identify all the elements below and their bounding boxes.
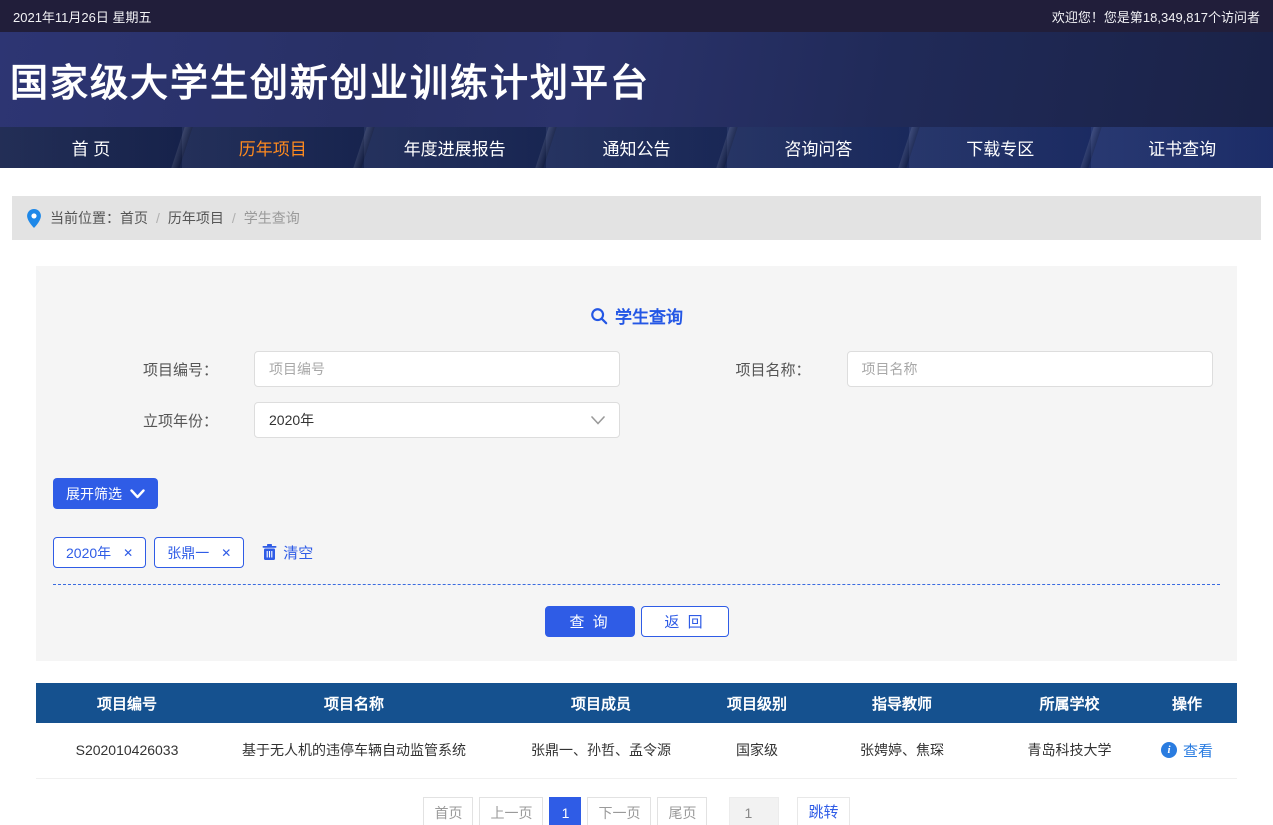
- current-date: 2021年11月26日 星期五: [13, 7, 152, 26]
- breadcrumb-current-page: 学生查询: [244, 208, 300, 228]
- col-actions: 操作: [1137, 683, 1237, 723]
- breadcrumb-prefix: 当前位置：: [50, 208, 120, 228]
- col-project-code: 项目编号: [36, 683, 218, 723]
- student-search-panel: 学生查询 项目编号： 项目名称： 立项年份： 2020年: [36, 266, 1237, 661]
- site-title: 国家级大学生创新创业训练计划平台: [0, 52, 650, 107]
- panel-title: 学生查询: [53, 303, 1220, 328]
- breadcrumb-past-projects[interactable]: 历年项目: [168, 208, 224, 228]
- page-jump-input[interactable]: [729, 797, 779, 825]
- main-nav: 首 页 历年项目 年度进展报告 通知公告 咨询问答 下载专区 证书查询: [0, 127, 1273, 168]
- search-button[interactable]: 查 询: [545, 606, 635, 637]
- form-actions: 查 询 返 回: [53, 606, 1220, 637]
- view-details-link[interactable]: i 查看: [1161, 740, 1213, 761]
- col-school: 所属学校: [1002, 683, 1137, 723]
- clear-filters-button[interactable]: 清空: [262, 542, 313, 563]
- search-icon: [590, 307, 608, 325]
- page-prev-button[interactable]: 上一页: [479, 797, 543, 825]
- nav-item-home[interactable]: 首 页: [0, 127, 182, 168]
- year-select-value: 2020年: [269, 410, 314, 430]
- cell-actions: i 查看: [1137, 723, 1237, 778]
- pagination: 首页 上一页 1 下一页 尾页 跳转: [36, 797, 1237, 825]
- table-header-row: 项目编号 项目名称 项目成员 项目级别 指导教师 所属学校 操作: [36, 683, 1237, 723]
- project-name-input[interactable]: [847, 351, 1213, 387]
- nav-item-qa[interactable]: 咨询问答: [727, 127, 909, 168]
- page-number-current[interactable]: 1: [549, 797, 581, 825]
- col-teachers: 指导教师: [802, 683, 1002, 723]
- cell-level: 国家级: [712, 723, 802, 778]
- clear-filters-label: 清空: [283, 542, 313, 563]
- breadcrumb: 当前位置： 首页 / 历年项目 / 学生查询: [12, 196, 1261, 240]
- page-last-button[interactable]: 尾页: [657, 797, 707, 825]
- year-label: 立项年份：: [53, 410, 218, 431]
- cell-project-code: S202010426033: [36, 723, 218, 778]
- top-utility-bar: 2021年11月26日 星期五 欢迎您！您是第18,349,817个访问者: [0, 0, 1273, 32]
- info-icon: i: [1161, 742, 1177, 758]
- filter-tag-student: 张鼎一 ✕: [154, 537, 244, 568]
- cell-project-name: 基于无人机的违停车辆自动监管系统: [218, 723, 490, 778]
- cell-school: 青岛科技大学: [1002, 723, 1137, 778]
- remove-tag-icon[interactable]: ✕: [123, 546, 133, 560]
- location-pin-icon: [27, 209, 41, 228]
- breadcrumb-home[interactable]: 首页: [120, 208, 148, 228]
- page-first-button[interactable]: 首页: [423, 797, 473, 825]
- site-banner: 国家级大学生创新创业训练计划平台: [0, 32, 1273, 127]
- cell-members: 张鼎一、孙哲、孟令源: [490, 723, 712, 778]
- back-button[interactable]: 返 回: [641, 606, 729, 637]
- active-filter-tags: 2020年 ✕ 张鼎一 ✕ 清空: [53, 537, 1220, 568]
- search-form: 项目编号： 项目名称： 立项年份： 2020年: [53, 351, 1220, 438]
- view-details-label: 查看: [1183, 740, 1213, 761]
- project-code-field: 项目编号：: [53, 351, 628, 387]
- breadcrumb-separator: /: [156, 210, 160, 226]
- col-members: 项目成员: [490, 683, 712, 723]
- year-select[interactable]: 2020年: [254, 402, 620, 438]
- nav-item-past-projects[interactable]: 历年项目: [182, 127, 364, 168]
- col-project-name: 项目名称: [218, 683, 490, 723]
- filter-tag-student-label: 张鼎一: [167, 543, 209, 563]
- project-name-field: 项目名称：: [646, 351, 1221, 387]
- expand-filter-label: 展开筛选: [66, 484, 122, 504]
- main-content: 学生查询 项目编号： 项目名称： 立项年份： 2020年: [36, 266, 1237, 825]
- chevron-down-icon: [130, 489, 145, 499]
- chevron-down-icon: [591, 416, 605, 425]
- project-code-label: 项目编号：: [53, 359, 218, 380]
- filter-tag-year: 2020年 ✕: [53, 537, 146, 568]
- project-name-label: 项目名称：: [646, 359, 811, 380]
- cell-teachers: 张娉婷、焦琛: [802, 723, 1002, 778]
- year-field: 立项年份： 2020年: [53, 402, 636, 438]
- dashed-divider: [53, 584, 1220, 585]
- nav-item-certificate[interactable]: 证书查询: [1091, 127, 1273, 168]
- visitor-counter: 欢迎您！您是第18,349,817个访问者: [1052, 7, 1260, 26]
- table-row: S202010426033 基于无人机的违停车辆自动监管系统 张鼎一、孙哲、孟令…: [36, 723, 1237, 778]
- nav-item-annual-report[interactable]: 年度进展报告: [364, 127, 546, 168]
- breadcrumb-separator: /: [232, 210, 236, 226]
- col-level: 项目级别: [712, 683, 802, 723]
- filter-tag-year-label: 2020年: [66, 543, 111, 563]
- page-next-button[interactable]: 下一页: [587, 797, 651, 825]
- page-jump-button[interactable]: 跳转: [797, 797, 849, 825]
- expand-filter-button[interactable]: 展开筛选: [53, 478, 158, 509]
- trash-icon: [262, 544, 277, 561]
- nav-item-notices[interactable]: 通知公告: [546, 127, 728, 168]
- remove-tag-icon[interactable]: ✕: [221, 546, 231, 560]
- nav-item-downloads[interactable]: 下载专区: [909, 127, 1091, 168]
- project-code-input[interactable]: [254, 351, 620, 387]
- panel-title-text: 学生查询: [615, 303, 683, 328]
- results-table: 项目编号 项目名称 项目成员 项目级别 指导教师 所属学校 操作 S202010…: [36, 683, 1237, 779]
